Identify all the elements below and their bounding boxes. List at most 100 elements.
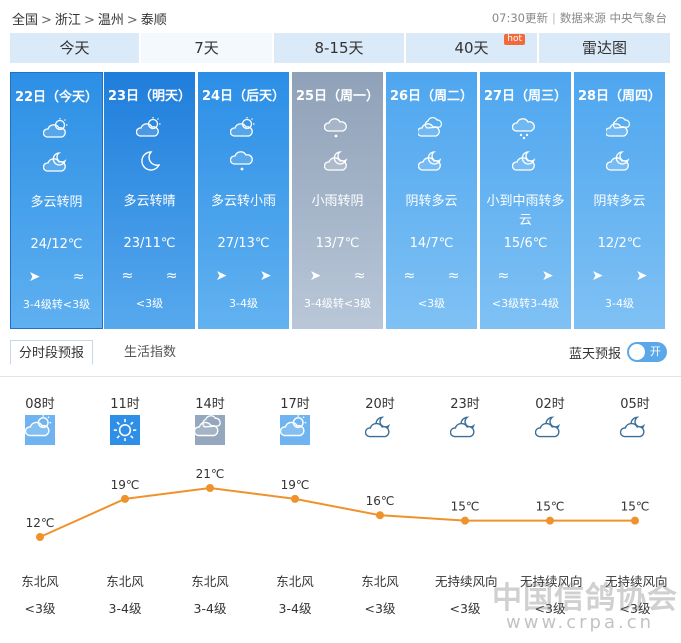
breadcrumb-item-county: 泰顺 [140, 13, 167, 28]
hour-label: 20时 [365, 397, 395, 412]
temperature-range: 23/11℃ [123, 236, 176, 251]
hour-column: 11时 东北风 3-4级 [95, 380, 155, 643]
cloudy-night-icon [323, 150, 352, 172]
wind-level: <3级 [24, 601, 56, 616]
cloudy-night-icon [364, 415, 395, 445]
partly-cloudy-icon [229, 117, 258, 139]
temperature-range: 12/2℃ [597, 236, 642, 251]
hour-label: 14时 [195, 397, 225, 412]
tab-7day[interactable]: 7天 [141, 33, 272, 63]
wind-level: 3-4级 [278, 601, 312, 616]
temperature-range: 13/7℃ [315, 236, 360, 251]
breadcrumb-item-country[interactable]: 全国 [12, 13, 38, 28]
toggle-label: 蓝天预报 [568, 346, 621, 362]
partly-cloudy-icon [279, 415, 310, 445]
day-card[interactable]: 25日（周一） 小雨转阴 13/7℃ ➤ ≈ 3-4级转<3级 [292, 72, 383, 329]
breadcrumb-separator: > [126, 13, 138, 28]
hot-badge: hot [504, 34, 525, 45]
hour-label: 23时 [450, 397, 480, 412]
wind-level: <3级 [449, 601, 481, 616]
weather-description: 多云转小雨 [210, 194, 276, 209]
tab-label: 7天 [194, 39, 219, 57]
overcast-icon [416, 117, 446, 139]
weather-description: 阴转多云 [593, 194, 646, 209]
wind-level: <3级 [364, 601, 396, 616]
cloudy-night-icon [42, 151, 71, 173]
tab-label: 8-15天 [314, 39, 364, 57]
day-card[interactable]: 22日（今天） 多云转阴 24/12℃ ➤ ≈ 3-4级转<3级 [10, 72, 103, 329]
wind-direction-icons: ➤ ≈ [309, 268, 380, 284]
wind-direction-icons: ≈ ≈ [403, 268, 474, 284]
wind-direction: 东北风 [191, 574, 229, 589]
day-date: 28日（周四） [577, 89, 662, 104]
hour-column: 17时 东北风 3-4级 [265, 380, 325, 643]
tab-hourly-forecast[interactable]: 分时段预报 [10, 340, 94, 365]
overcast-icon [193, 415, 225, 445]
cloudy-night-icon [449, 415, 480, 445]
day-card[interactable]: 26日（周二） 阴转多云 14/7℃ ≈ ≈ <3级 [386, 72, 477, 329]
breadcrumb: 全国 > 浙江 > 温州 > 泰顺 [12, 9, 167, 28]
cloudy-night-icon [605, 150, 634, 172]
wind-direction-icons: ≈ ≈ [121, 268, 192, 284]
wind-direction-icons: ≈ ➤ [497, 268, 568, 284]
source-label: 数据来源 中央气象台 [559, 11, 667, 25]
hour-label: 05时 [620, 397, 650, 412]
watermark-url: www.crpa.cn [506, 612, 655, 633]
tab-life-index[interactable]: 生活指数 [116, 340, 184, 365]
hour-column: 14时 东北风 3-4级 [180, 380, 240, 643]
wind-level: <3级 [417, 297, 446, 310]
wind-level: 3-4级转<3级 [22, 298, 91, 311]
cloudy-night-icon [619, 415, 650, 445]
tab-label: 今天 [59, 39, 90, 57]
wind-direction: 东北风 [361, 574, 399, 589]
wind-direction-icons: ➤ ≈ [28, 269, 99, 285]
update-time: 07:30更新 [491, 11, 548, 25]
partly-cloudy-icon [135, 117, 164, 139]
hour-label: 17时 [280, 397, 310, 412]
wind-level: 3-4级 [605, 297, 634, 310]
weather-description: 阴转多云 [405, 194, 458, 209]
wind-level: <3级 [135, 297, 164, 310]
divider [0, 376, 681, 377]
wind-level: 3-4级 [193, 601, 227, 616]
day-date: 24日（后天） [201, 89, 286, 104]
tab-40day[interactable]: 40天 hot [406, 33, 537, 63]
tab-8-15day[interactable]: 8-15天 [274, 33, 404, 63]
wind-direction: 东北风 [106, 574, 144, 589]
tab-label: 分时段预报 [19, 346, 85, 361]
day-card[interactable]: 23日（明天） 多云转晴 23/11℃ ≈ ≈ <3级 [104, 72, 195, 329]
weather-description: 小到中雨转多云 [486, 194, 565, 228]
blue-sky-toggle[interactable]: 开 [627, 342, 667, 362]
wind-direction: 无持续风向 [435, 574, 498, 589]
clear-night-icon [136, 150, 164, 172]
toggle-state: 开 [650, 345, 661, 358]
hour-column: 20时 东北风 <3级 [350, 380, 410, 643]
temperature-range: 15/6℃ [503, 236, 548, 251]
temperature-range: 24/12℃ [30, 237, 83, 252]
day-card[interactable]: 28日（周四） 阴转多云 12/2℃ ➤ ➤ 3-4级 [574, 72, 665, 329]
day-card[interactable]: 24日（后天） 多云转小雨 27/13℃ ➤ ➤ 3-4级 [198, 72, 289, 329]
tab-today[interactable]: 今天 [10, 33, 139, 63]
hour-label: 02时 [535, 397, 565, 412]
day-date: 26日（周二） [389, 89, 474, 104]
tab-label: 雷达图 [581, 39, 627, 57]
light-rain-icon [323, 117, 352, 139]
watermark-text: 中国信鸽协会 [492, 581, 678, 616]
breadcrumb-item-city[interactable]: 温州 [98, 13, 124, 28]
breadcrumb-separator: > [41, 13, 52, 28]
wind-direction: 东北风 [276, 574, 314, 589]
day-date: 23日（明天） [107, 89, 192, 104]
moderate-rain-icon [511, 117, 540, 140]
day-card[interactable]: 27日（周三） 小到中雨转多云 15/6℃ ≈ ➤ <3级转3-4级 [480, 72, 571, 329]
wind-level: 3-4级 [229, 297, 258, 310]
cloudy-night-icon [511, 150, 540, 172]
tab-radar[interactable]: 雷达图 [539, 33, 670, 63]
weather-description: 多云转晴 [123, 194, 176, 209]
light-rain-icon [229, 150, 258, 172]
breadcrumb-separator: > [83, 13, 95, 28]
divider: | [551, 11, 556, 25]
tab-label: 40天 [454, 39, 489, 57]
breadcrumb-item-province[interactable]: 浙江 [55, 13, 81, 28]
tab-label: 生活指数 [124, 345, 177, 360]
wind-direction: 东北风 [21, 574, 59, 589]
